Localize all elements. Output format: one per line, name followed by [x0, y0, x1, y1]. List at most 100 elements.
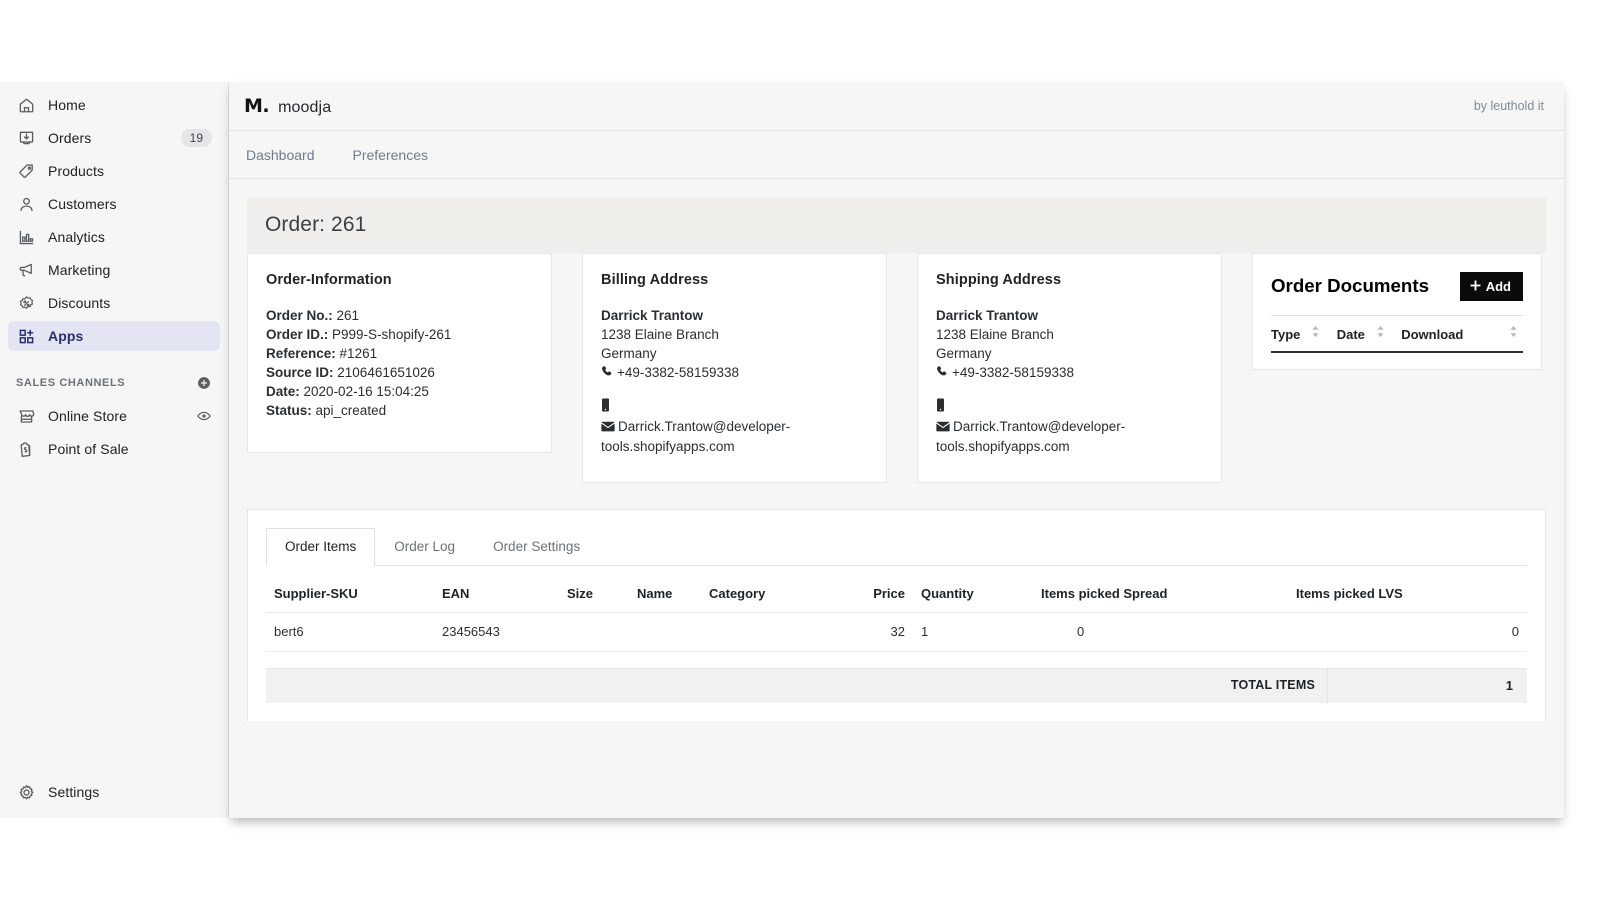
shipping-address-heading: Shipping Address	[936, 272, 1062, 288]
sort-arrows-icon[interactable]	[1376, 325, 1385, 341]
sidebar-settings-container: Settings	[0, 777, 228, 810]
sidebar-item-discounts[interactable]: Discounts	[8, 288, 220, 318]
sidebar-item-label: Online Store	[48, 408, 128, 424]
tab-order-items[interactable]: Order Items	[266, 528, 376, 566]
cell-items-picked-lvs: 0	[1288, 612, 1527, 652]
shipping-street: 1238 Elaine Branch	[936, 327, 1054, 342]
shopify-bag-icon	[16, 439, 36, 459]
plus-circle-icon[interactable]	[196, 375, 212, 391]
app-topbar: M. moodja by leuthold it	[229, 82, 1564, 131]
sidebar-item-label: Customers	[48, 196, 117, 212]
order-documents-table: Type Date Download	[1271, 315, 1523, 353]
home-icon	[16, 95, 36, 115]
page-body: Order: 261 Order-Information Order No.: …	[229, 179, 1564, 818]
discount-percent-icon	[16, 293, 36, 313]
plus-icon	[1470, 279, 1481, 294]
order-info-value: #1261	[339, 346, 378, 361]
shipping-email[interactable]: Darrick.Trantow@developer-tools.shopifya…	[936, 419, 1125, 454]
sidebar-item-analytics[interactable]: Analytics	[8, 222, 220, 252]
billing-phone-row: +49-3382-58159338	[601, 363, 868, 383]
order-information-card: Order-Information Order No.: 261 Order I…	[247, 253, 552, 453]
sort-arrows-icon[interactable]	[1509, 325, 1518, 341]
add-document-button[interactable]: Add	[1459, 272, 1523, 301]
add-document-label: Add	[1485, 279, 1511, 294]
tag-icon	[16, 161, 36, 181]
shipping-customer-name: Darrick Trantow	[936, 308, 1039, 323]
docs-col-type[interactable]: Type	[1271, 316, 1337, 353]
docs-col-download[interactable]: Download	[1401, 316, 1523, 353]
cell-items-picked-spread: 0	[1033, 612, 1288, 652]
shipping-phone-row: +49-3382-58159338	[936, 363, 1203, 383]
docs-col-download-label: Download	[1401, 327, 1464, 342]
sidebar-item-customers[interactable]: Customers	[8, 189, 220, 219]
col-ean: EAN	[434, 582, 559, 613]
order-title-bar: Order: 261	[247, 197, 1546, 253]
order-info-label: Status:	[266, 403, 312, 418]
sidebar-item-point-of-sale[interactable]: Point of Sale	[8, 434, 220, 464]
sidebar-item-home[interactable]: Home	[8, 90, 220, 120]
shipping-address-card: Shipping Address Darrick Trantow 1238 El…	[917, 253, 1222, 483]
megaphone-icon	[16, 260, 36, 280]
sidebar-item-orders[interactable]: Orders 19	[8, 123, 220, 153]
phone-icon	[601, 364, 614, 383]
cell-size	[559, 612, 629, 652]
order-items-table-body: bert6 23456543 32 1 0 0	[266, 612, 1527, 652]
table-row[interactable]: bert6 23456543 32 1 0 0	[266, 612, 1527, 652]
docs-col-date[interactable]: Date	[1337, 316, 1401, 353]
sidebar-item-products[interactable]: Products	[8, 156, 220, 186]
sidebar: Home Orders 19 Products Customers Analyt…	[0, 82, 229, 818]
app-vendor-byline: by leuthold it	[1473, 99, 1544, 113]
billing-phone: +49-3382-58159338	[617, 365, 739, 380]
screen-root: Home Orders 19 Products Customers Analyt…	[0, 0, 1600, 900]
table-header-row: Supplier-SKU EAN Size Name Category Pric…	[266, 582, 1527, 613]
sidebar-item-online-store[interactable]: Online Store	[8, 401, 220, 431]
billing-email[interactable]: Darrick.Trantow@developer-tools.shopifya…	[601, 419, 790, 454]
tab-order-log[interactable]: Order Log	[375, 528, 474, 566]
tab-dashboard[interactable]: Dashboard	[244, 143, 317, 167]
cell-price: 32	[811, 612, 913, 652]
sales-channels-title: SALES CHANNELS	[16, 377, 126, 389]
col-price: Price	[811, 582, 913, 613]
tab-order-settings[interactable]: Order Settings	[474, 528, 599, 566]
eye-icon[interactable]	[196, 408, 212, 424]
order-info-value: 2106461651026	[337, 365, 435, 380]
billing-country: Germany	[601, 346, 657, 361]
sidebar-item-label: Orders	[48, 130, 92, 146]
billing-email-row: Darrick.Trantow@developer-tools.shopifya…	[601, 417, 868, 456]
sidebar-item-label: Point of Sale	[48, 441, 129, 457]
sort-arrows-icon[interactable]	[1311, 325, 1320, 341]
mobile-phone-icon	[936, 398, 945, 417]
order-info-row: Source ID: 2106461651026	[266, 363, 533, 382]
embedded-app-frame: M. moodja by leuthold it Dashboard Prefe…	[229, 82, 1564, 818]
order-info-label: Reference:	[266, 346, 336, 361]
sidebar-item-settings[interactable]: Settings	[8, 777, 220, 807]
sidebar-item-label: Marketing	[48, 262, 111, 278]
sales-channels-header: SALES CHANNELS	[8, 369, 220, 397]
col-supplier-sku: Supplier-SKU	[266, 582, 434, 613]
shipping-email-row: Darrick.Trantow@developer-tools.shopifya…	[936, 417, 1203, 456]
order-info-value: P999-S-shopify-261	[332, 327, 452, 342]
table-header-row: Type Date Download	[1271, 316, 1523, 353]
order-items-table-head: Supplier-SKU EAN Size Name Category Pric…	[266, 582, 1527, 613]
orders-count-badge: 19	[180, 129, 212, 147]
col-category: Category	[701, 582, 811, 613]
order-summary-cards: Order-Information Order No.: 261 Order I…	[247, 253, 1546, 483]
order-info-row: Reference: #1261	[266, 344, 533, 363]
sidebar-item-label: Settings	[48, 784, 100, 800]
shipping-phone: +49-3382-58159338	[952, 365, 1074, 380]
total-items-value: 1	[1327, 669, 1527, 703]
sidebar-item-marketing[interactable]: Marketing	[8, 255, 220, 285]
cell-quantity: 1	[913, 612, 1033, 652]
total-items-label: TOTAL ITEMS	[266, 669, 1327, 703]
tab-preferences[interactable]: Preferences	[351, 143, 430, 167]
page-title: Order: 261	[265, 213, 367, 236]
order-info-value: api_created	[315, 403, 387, 418]
order-documents-header: Order Documents Add	[1271, 272, 1523, 301]
order-info-value: 2020-02-16 15:04:25	[303, 384, 429, 399]
order-info-row: Status: api_created	[266, 401, 533, 420]
order-info-row: Order No.: 261	[266, 306, 533, 325]
sidebar-item-apps[interactable]: Apps	[8, 321, 220, 351]
sidebar-item-label: Home	[48, 97, 86, 113]
col-items-picked-spread: Items picked Spread	[1033, 582, 1288, 613]
order-info-label: Source ID:	[266, 365, 334, 380]
